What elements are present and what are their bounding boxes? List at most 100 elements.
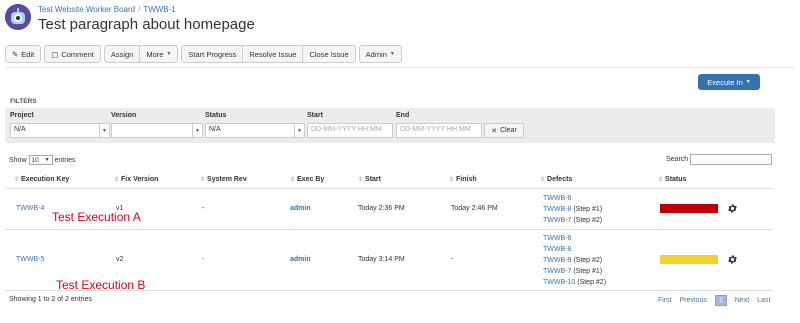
defect-item: TWWB-6: [543, 193, 602, 204]
column-header-finish[interactable]: ⇕ Finish: [449, 176, 477, 183]
sort-icon: ⇕: [290, 177, 296, 183]
column-label: Fix Version: [121, 176, 159, 183]
caret-down-icon: ▼: [166, 51, 172, 57]
status-bar: [660, 204, 718, 213]
defect-item: TWWB-8: [543, 244, 606, 255]
end-date-input[interactable]: DD-MM-YYYY HH:MM: [396, 123, 482, 138]
start-cell: Today 3:14 PM: [358, 256, 405, 263]
resolve-issue-button[interactable]: Resolve Issue: [243, 45, 304, 63]
breadcrumb-project-link[interactable]: Test Website Worker Board: [38, 5, 135, 14]
filters-heading: FILTERS: [10, 98, 37, 105]
sort-icon: ⇕: [14, 177, 20, 183]
admin-button[interactable]: Admin ▼: [358, 45, 402, 63]
comment-button[interactable]: ▢ Comment: [44, 45, 101, 63]
pagination-first[interactable]: First: [658, 297, 672, 304]
status-filter-label: Status: [205, 112, 227, 119]
column-header-status[interactable]: ⇕ Status: [658, 176, 686, 183]
defect-note: (Step #1): [573, 268, 603, 275]
gear-icon[interactable]: [727, 203, 738, 214]
chevron-down-icon: ▼: [44, 157, 50, 163]
system-rev-cell: -: [202, 205, 205, 212]
defect-link[interactable]: TWWB-6: [543, 235, 571, 242]
status-bar: [660, 255, 718, 264]
issue-toolbar: ✎ Edit ▢ Comment Assign More ▼ Start Pro…: [5, 45, 402, 63]
defect-link[interactable]: TWWB-8: [543, 246, 571, 253]
version-filter-select[interactable]: ▼: [111, 123, 203, 138]
finish-cell: -: [451, 256, 454, 263]
defect-item: TWWB-8 (Step #1): [543, 204, 602, 215]
assign-button[interactable]: Assign: [103, 45, 141, 63]
column-label: Execution Key: [21, 176, 70, 183]
breadcrumb: Test Website Worker Board / TWWB-1: [38, 5, 176, 14]
exec-by-link[interactable]: admin: [290, 205, 311, 212]
search-label: Search: [666, 156, 689, 163]
comment-label: Comment: [61, 49, 94, 59]
defect-item: TWWB-7 (Step #1): [543, 266, 606, 277]
start-filter-label: Start: [307, 112, 323, 119]
close-issue-button[interactable]: Close Issue: [303, 45, 356, 63]
column-header-execution-key[interactable]: ⇕ Execution Key: [14, 176, 69, 183]
defect-link[interactable]: TWWB-6: [543, 195, 571, 202]
sort-icon: ⇕: [658, 177, 664, 183]
close-icon: ✕: [491, 127, 498, 135]
table-info: Showing 1 to 2 of 2 entries: [9, 296, 92, 303]
show-label: Show: [9, 156, 27, 164]
page-size-select[interactable]: 10 ▼: [28, 155, 53, 165]
defect-item: TWWB-10 (Step #2): [543, 277, 606, 288]
status-filter-select[interactable]: N/A ▼: [205, 123, 305, 138]
column-label: Start: [365, 176, 381, 183]
start-cell: Today 2:36 PM: [358, 205, 405, 212]
robot-icon: [5, 4, 31, 30]
exec-by-link[interactable]: admin: [290, 256, 311, 263]
defects-cell: TWWB-6 TWWB-8 TWWB-9 (Step #2) TWWB-7 (S…: [543, 233, 606, 288]
finish-cell: Today 2:46 PM: [451, 205, 498, 212]
column-label: Status: [665, 176, 687, 183]
execute-in-button[interactable]: Execute In ▼: [698, 74, 760, 90]
breadcrumb-separator: /: [138, 5, 141, 14]
pagination-next[interactable]: Next: [735, 297, 749, 304]
execution-key-link[interactable]: TWWB-5: [16, 256, 44, 263]
chevron-down-icon: ▼: [99, 124, 109, 137]
search-input[interactable]: [690, 154, 773, 165]
column-header-start[interactable]: ⇕ Start: [358, 176, 381, 183]
defect-item: TWWB-9 (Step #2): [543, 255, 606, 266]
breadcrumb-issue-link[interactable]: TWWB-1: [143, 5, 175, 14]
defect-item: TWWB-7 (Step #2): [543, 215, 602, 226]
project-filter-select[interactable]: N/A ▼: [10, 123, 110, 138]
pagination-previous[interactable]: Previous: [680, 297, 707, 304]
edit-button[interactable]: ✎ Edit: [5, 45, 42, 63]
column-header-fix-version[interactable]: ⇕ Fix Version: [114, 176, 158, 183]
column-header-defects[interactable]: ⇕ Defects: [540, 176, 572, 183]
column-header-exec-by[interactable]: ⇕ Exec By: [290, 176, 324, 183]
defect-link[interactable]: TWWB-7: [543, 268, 571, 275]
defect-item: TWWB-6: [543, 233, 606, 244]
system-rev-cell: -: [202, 256, 205, 263]
defect-link[interactable]: TWWB-7: [543, 217, 571, 224]
start-date-input[interactable]: DD-MM-YYYY HH:MM: [307, 123, 393, 138]
caret-down-icon: ▼: [389, 51, 395, 57]
defect-note: (Step #1): [573, 206, 603, 213]
version-filter-label: Version: [111, 112, 137, 119]
chevron-down-icon: ▼: [192, 124, 202, 137]
project-avatar[interactable]: [5, 4, 31, 30]
column-header-system-rev[interactable]: ⇕ System Rev: [200, 176, 247, 183]
defect-link[interactable]: TWWB-9: [543, 257, 571, 264]
execution-key-link[interactable]: TWWB-4: [16, 205, 44, 212]
column-label: Exec By: [297, 176, 325, 183]
pagination-page-1[interactable]: 1: [714, 295, 727, 306]
pencil-icon: ✎: [12, 49, 19, 59]
pagination-last[interactable]: Last: [757, 297, 770, 304]
defect-link[interactable]: TWWB-10: [543, 279, 575, 286]
clear-filters-button[interactable]: ✕ Clear: [484, 123, 524, 138]
fix-version-cell: v2: [116, 256, 124, 263]
fix-version-cell: v1: [116, 205, 124, 212]
defect-link[interactable]: TWWB-8: [543, 206, 571, 213]
admin-label: Admin: [365, 49, 387, 59]
gear-icon[interactable]: [727, 254, 738, 265]
header-divider: [5, 188, 773, 189]
start-progress-button[interactable]: Start Progress: [181, 45, 244, 63]
comment-icon: ▢: [51, 49, 59, 59]
caret-down-icon: ▼: [745, 79, 751, 85]
more-button[interactable]: More ▼: [140, 45, 179, 63]
execute-in-label: Execute In: [707, 77, 743, 87]
